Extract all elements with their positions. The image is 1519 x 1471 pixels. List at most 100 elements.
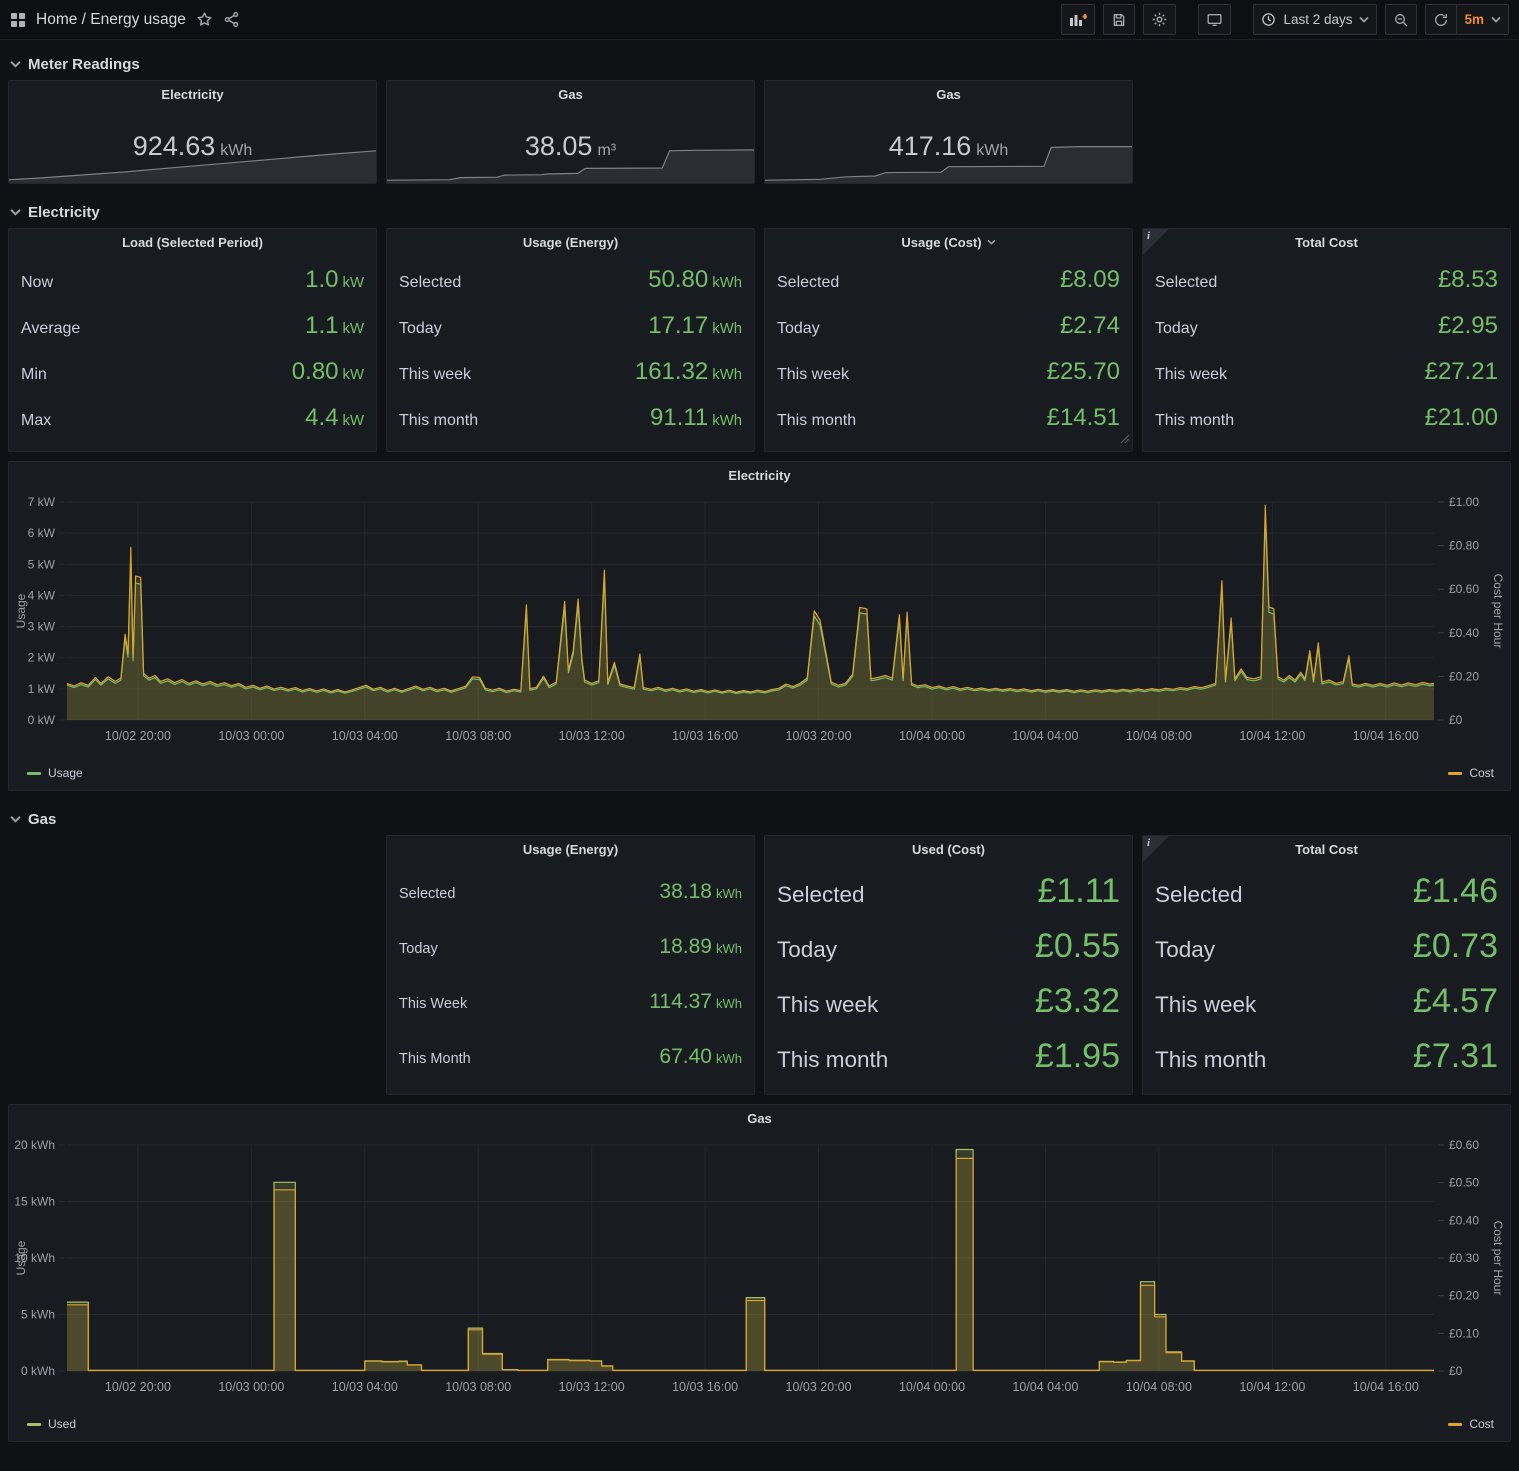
info-corner-icon[interactable]: i: [1143, 229, 1169, 255]
stat-label: This week: [1155, 366, 1227, 384]
electricity-stats-row: Load (Selected Period)Now1.0kWAverage1.1…: [8, 228, 1511, 452]
stat-label: Selected: [1155, 882, 1243, 908]
svg-text:£0.40: £0.40: [1449, 626, 1479, 640]
svg-text:10/03 12:00: 10/03 12:00: [559, 729, 625, 743]
stat-row: Today17.17kWh: [399, 312, 742, 340]
legend-item-cost[interactable]: Cost: [1448, 766, 1494, 780]
panel-title[interactable]: Gas: [9, 1105, 1510, 1131]
panel-title[interactable]: Usage (Cost): [765, 229, 1132, 255]
stat-value: £21.00: [1425, 404, 1498, 432]
stat-value: 1.1kW: [305, 312, 364, 340]
electricity-chart-panel: Electricity0 kW1 kW2 kW3 kW4 kW5 kW6 kW7…: [8, 461, 1511, 791]
svg-text:10/03 16:00: 10/03 16:00: [672, 729, 738, 743]
stat-row: This Week114.37kWh: [399, 990, 742, 1014]
panel-title[interactable]: Total Cost: [1143, 229, 1510, 255]
stat-row: This month£7.31: [1155, 1037, 1498, 1076]
chevron-down-icon: [10, 60, 21, 68]
apps-grid-icon[interactable]: [10, 12, 26, 28]
stat-label: Now: [21, 274, 53, 292]
stat-value: £2.74: [1060, 312, 1120, 340]
stat-value: £8.09: [1060, 266, 1120, 294]
chevron-down-icon: [1491, 16, 1501, 23]
tv-mode-button[interactable]: [1198, 4, 1231, 35]
stat-unit: kW: [343, 413, 364, 429]
gas-chart-canvas[interactable]: 0 kWh5 kWh10 kWh15 kWh20 kWh10/02 20:001…: [9, 1131, 1508, 1413]
chevron-down-icon: [10, 208, 21, 216]
stat-row: Today£2.74: [777, 312, 1120, 340]
svg-text:£0.40: £0.40: [1449, 1213, 1479, 1227]
electricity-chart[interactable]: 0 kW1 kW2 kW3 kW4 kW5 kW6 kW7 kW10/02 20…: [9, 488, 1510, 762]
panel-title[interactable]: Total Cost: [1143, 836, 1510, 862]
section-header-meter-readings[interactable]: Meter Readings: [8, 48, 1511, 80]
legend-item-cost[interactable]: Cost: [1448, 1417, 1494, 1431]
stat-unit: kWh: [716, 886, 742, 901]
breadcrumb[interactable]: Home / Energy usage: [36, 11, 186, 29]
svg-text:15 kWh: 15 kWh: [14, 1195, 55, 1209]
svg-text:10/03 00:00: 10/03 00:00: [218, 729, 284, 743]
refresh-interval-select[interactable]: 5m: [1457, 4, 1509, 35]
dashboard-settings-button[interactable]: [1143, 4, 1176, 35]
stat-row: Min0.80kW: [21, 358, 364, 386]
section-header-electricity[interactable]: Electricity: [8, 196, 1511, 228]
legend-item-used[interactable]: Used: [27, 1417, 76, 1431]
stat-label: Today: [1155, 937, 1215, 963]
add-panel-button[interactable]: [1061, 4, 1095, 35]
time-range-label: Last 2 days: [1283, 12, 1352, 27]
stat-unit: kW: [343, 275, 364, 291]
svg-text:£0.20: £0.20: [1449, 669, 1479, 683]
panel-title[interactable]: Electricity: [9, 81, 376, 107]
stat-value: £25.70: [1047, 358, 1120, 386]
legend-color-dash: [27, 1423, 41, 1426]
panel-title[interactable]: Usage (Energy): [387, 836, 754, 862]
panel-menu-chevron-icon[interactable]: [987, 239, 996, 245]
share-icon[interactable]: [223, 11, 240, 28]
panel-title[interactable]: Gas: [387, 81, 754, 107]
stat-label: Max: [21, 412, 51, 430]
stat-row: Selected£1.11: [777, 872, 1120, 911]
stat-label: This month: [777, 412, 856, 430]
panel-title[interactable]: Electricity: [9, 462, 1510, 488]
refresh-button[interactable]: [1425, 4, 1457, 35]
svg-text:10/03 00:00: 10/03 00:00: [218, 1380, 284, 1394]
stat-value: £1.46: [1413, 872, 1498, 911]
legend-color-dash: [1448, 1423, 1462, 1426]
stat-value: 50.80kWh: [648, 266, 742, 294]
section-header-gas[interactable]: Gas: [8, 803, 1511, 835]
stat-row: Selected£8.09: [777, 266, 1120, 294]
legend-item-usage[interactable]: Usage: [27, 766, 83, 780]
svg-text:£0.80: £0.80: [1449, 539, 1479, 553]
svg-text:£0.50: £0.50: [1449, 1176, 1479, 1190]
stat-unit: kWh: [712, 367, 742, 383]
stat-label: Today: [399, 941, 438, 957]
panel-title[interactable]: Gas: [765, 81, 1132, 107]
stat-row: This month£14.51: [777, 404, 1120, 432]
meter-value-number: 924.63: [133, 131, 216, 161]
stat-unit: kWh: [716, 941, 742, 956]
info-corner-icon[interactable]: i: [1143, 836, 1169, 862]
panel-title[interactable]: Load (Selected Period): [9, 229, 376, 255]
panel-title[interactable]: Usage (Energy): [387, 229, 754, 255]
stat-unit: kWh: [712, 275, 742, 291]
panel-resize-handle[interactable]: [1120, 431, 1130, 449]
chevron-down-icon: [10, 815, 21, 823]
stat-value: £0.55: [1035, 927, 1120, 966]
stat-row: Average1.1kW: [21, 312, 364, 340]
gas-chart[interactable]: 0 kWh5 kWh10 kWh15 kWh20 kWh10/02 20:001…: [9, 1131, 1510, 1413]
svg-text:10/03 12:00: 10/03 12:00: [559, 1380, 625, 1394]
star-icon[interactable]: [196, 11, 213, 28]
time-range-picker[interactable]: Last 2 days: [1253, 4, 1377, 35]
meter-value-number: 38.05: [525, 131, 593, 161]
stat-panel-usage-energy-: Usage (Energy)Selected38.18kWhToday18.89…: [386, 835, 755, 1095]
save-dashboard-button[interactable]: [1103, 4, 1135, 35]
zoom-out-button[interactable]: [1385, 4, 1417, 35]
stat-label: This week: [1155, 992, 1256, 1018]
section-title: Meter Readings: [28, 56, 140, 73]
electricity-chart-canvas[interactable]: 0 kW1 kW2 kW3 kW4 kW5 kW6 kW7 kW10/02 20…: [9, 488, 1508, 762]
stat-row: Today18.89kWh: [399, 935, 742, 959]
stat-row: This week£4.57: [1155, 982, 1498, 1021]
svg-text:10/03 04:00: 10/03 04:00: [332, 729, 398, 743]
stat-row: This month£21.00: [1155, 404, 1498, 432]
stat-row: This week£25.70: [777, 358, 1120, 386]
panel-title[interactable]: Used (Cost): [765, 836, 1132, 862]
stat-value: £2.95: [1438, 312, 1498, 340]
